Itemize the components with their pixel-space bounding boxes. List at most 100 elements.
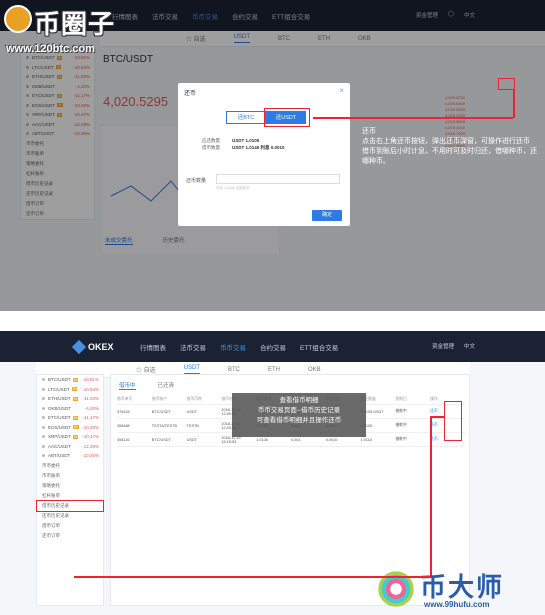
- instruction-callout: 查看借币明细 币币交易页面--借币历史记录 可查看借币明细并且操作还币: [232, 393, 366, 437]
- market-tab[interactable]: ☆ 自选: [136, 365, 156, 374]
- table-cell: 1.0115: [360, 437, 372, 442]
- market-tab[interactable]: BTC: [228, 367, 240, 373]
- sidebar-menu-item[interactable]: 还币订单: [37, 531, 103, 541]
- table-cell: 0.0010: [325, 437, 338, 442]
- highlight-box: [264, 108, 310, 127]
- bottom-nav-menu: 行情图表 法币交易 币币交易 合约交易 ETT组合交易: [140, 331, 338, 362]
- table-cell: BTC/USDT: [151, 437, 171, 442]
- pair-row[interactable]: BTC/USDT 3x -10.81%: [37, 375, 103, 385]
- table-cell: USDT: [186, 437, 197, 442]
- pair-row[interactable]: LTC/USDT 3x -10.94%: [37, 385, 103, 395]
- sidebar-menu-item[interactable]: 杠杆账单: [37, 491, 103, 501]
- info-line: 借币数量 USDT 1.0146 利息 0.0010: [202, 144, 285, 151]
- repay-links-highlight: [444, 401, 462, 441]
- watermark-url: www.120btc.com: [6, 43, 95, 55]
- leverage-badge: 3x: [72, 415, 79, 420]
- nav-item[interactable]: 合约交易: [260, 342, 286, 352]
- nav-right-item[interactable]: 中文: [464, 342, 475, 350]
- close-icon[interactable]: ×: [339, 86, 344, 95]
- pair-row[interactable]: ETC/USDT 3x -11.17%: [37, 413, 103, 423]
- watermark-logo-2: 币大师 www.99hufu.com: [372, 567, 542, 613]
- info-label: 应还数量: [202, 138, 220, 143]
- favorite-dot-icon[interactable]: [42, 406, 45, 410]
- info-label: 借币数量: [202, 145, 220, 150]
- pair-row[interactable]: OKB/USDT -4.20%: [37, 404, 103, 414]
- coin-segment: 还BTC 还USDT: [226, 108, 310, 127]
- leverage-badge: 3x: [73, 425, 79, 430]
- pair-row[interactable]: EOS/USDT 3x -10.46%: [37, 423, 103, 433]
- records-tab[interactable]: 已还清: [158, 381, 175, 390]
- table-cell: 0.001: [290, 437, 301, 442]
- pair-name: ETH/USDT: [48, 396, 71, 402]
- pair-change: -4.20%: [84, 405, 99, 411]
- market-tab[interactable]: ETH: [268, 367, 280, 373]
- annotation-line: [313, 117, 513, 119]
- callout-line: 借币到账后小时计息，不用时可及时归还，借哪种币，还哪种币。: [362, 148, 537, 165]
- favorite-dot-icon[interactable]: [42, 397, 45, 401]
- annotation-line: [74, 576, 431, 578]
- pair-name: LTC/USDT: [48, 386, 70, 392]
- favorite-dot-icon[interactable]: [42, 435, 45, 439]
- sidebar-menu-item[interactable]: 借币历史记录: [36, 499, 104, 512]
- favorite-dot-icon[interactable]: [42, 416, 45, 420]
- market-tab[interactable]: USDT: [183, 365, 201, 374]
- nav-right-item[interactable]: 资金管理: [432, 342, 454, 350]
- annotation-line: [513, 90, 515, 118]
- bottom-screenshot: OKEX 行情图表 法币交易 币币交易 合约交易 ETT组合交易 资金管理 中文 ☆ 自选…: [0, 331, 545, 615]
- amount-input[interactable]: [216, 174, 340, 184]
- pair-row[interactable]: ETH/USDT 3x -11.03%: [37, 394, 103, 404]
- sidebar-menu-item[interactable]: 策略委托: [37, 481, 103, 491]
- seg-repay-btc[interactable]: 还BTC: [226, 111, 266, 124]
- okex-logo[interactable]: OKEX: [71, 331, 114, 362]
- leverage-badge: 3x: [72, 377, 79, 382]
- borrow-tabs: 借币中 已还清: [119, 381, 174, 390]
- favorite-dot-icon[interactable]: [42, 378, 45, 382]
- pair-row[interactable]: XRP/USDT 3x -10.47%: [37, 432, 103, 442]
- nav-item[interactable]: 法币交易: [180, 342, 206, 352]
- sidebar-menu-item[interactable]: 还币历史记录: [37, 511, 103, 521]
- pair-row[interactable]: ABT/USDT -10.26%: [37, 451, 103, 461]
- amount-label: 还币数量: [186, 178, 207, 184]
- market-tab[interactable]: OKB: [308, 367, 321, 373]
- pair-change: -11.17%: [82, 415, 99, 421]
- favorite-dot-icon[interactable]: [42, 444, 45, 448]
- okex-wordmark: OKEX: [88, 341, 114, 352]
- table-cell: BTC/USDT: [151, 409, 171, 414]
- favorite-dot-icon[interactable]: [42, 454, 45, 458]
- nav-item[interactable]: 币币交易: [220, 342, 246, 352]
- records-tab[interactable]: 借币中: [119, 381, 136, 390]
- table-cell: TESTA/TESTB: [151, 423, 178, 428]
- gap: [0, 311, 545, 331]
- table-cell: 借款中: [395, 409, 407, 413]
- repay-info: 应还数量 USDT 1.0105 借币数量 USDT 1.0146 利息 0.001…: [202, 137, 285, 151]
- favorite-dot-icon[interactable]: [42, 387, 45, 391]
- table-cell: 358488: [117, 423, 130, 428]
- callout-title: 还币: [362, 128, 376, 135]
- okex-mark-icon: [71, 339, 87, 354]
- pair-name: AAC/USDT: [48, 443, 71, 449]
- pair-change: -10.94%: [82, 386, 99, 392]
- table-cell: 借款中: [395, 437, 407, 441]
- annotation-line: [430, 416, 432, 576]
- flower-icon: [376, 569, 416, 609]
- callout-line: 查看借币明细: [279, 397, 319, 404]
- pair-change: -11.03%: [82, 396, 99, 402]
- pair-change: -12.28%: [82, 443, 99, 449]
- table-cell: TESTB: [186, 423, 199, 428]
- pair-sidebar: BTC/USDT 3x -10.81% LTC/USDT 3x -10.94% ETH/US…: [36, 374, 104, 606]
- nav-item[interactable]: 行情图表: [140, 342, 166, 352]
- pair-name: ABT/USDT: [48, 453, 71, 459]
- sidebar-menu-item[interactable]: 币币委托: [37, 461, 103, 471]
- sidebar-menu-item[interactable]: 借币订单: [37, 521, 103, 531]
- repay-modal: 还币 × 还BTC 还USDT 应还数量 USDT 1.0105 借币数量 USDT…: [178, 83, 350, 226]
- watermark-url: www.99hufu.com: [424, 600, 490, 609]
- info-value: USDT 1.0105: [232, 138, 260, 143]
- favorite-dot-icon[interactable]: [42, 425, 45, 429]
- sidebar-menu-item[interactable]: 币币账单: [37, 471, 103, 481]
- confirm-button[interactable]: 确定: [312, 210, 342, 221]
- nav-item[interactable]: ETT组合交易: [300, 342, 338, 352]
- table-cell: 借款中: [395, 423, 407, 427]
- top-screenshot: 行情图表 法币交易 币币交易 合约交易 ETT组合交易 资金管理 ◯ 中文 ☆ 自选 USDT…: [0, 0, 545, 311]
- column-header: 借币账户: [151, 397, 167, 401]
- pair-row[interactable]: AAC/USDT -12.28%: [37, 442, 103, 452]
